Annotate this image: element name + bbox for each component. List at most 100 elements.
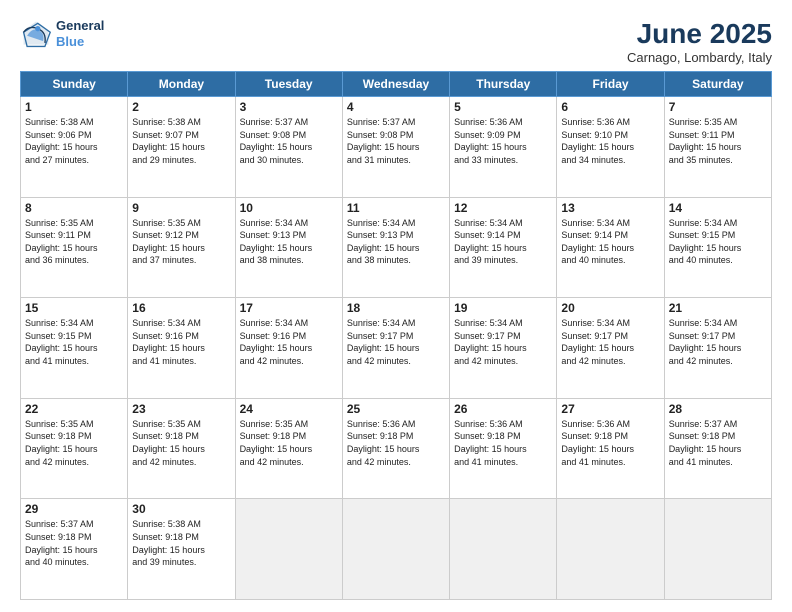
weekday-header: Monday [128,72,235,97]
day-number: 23 [132,402,230,416]
day-number: 30 [132,502,230,516]
day-info: Sunrise: 5:38 AM Sunset: 9:07 PM Dayligh… [132,116,230,166]
calendar-cell: 23 Sunrise: 5:35 AM Sunset: 9:18 PM Dayli… [128,398,235,499]
calendar-cell: 12 Sunrise: 5:34 AM Sunset: 9:14 PM Dayli… [450,197,557,298]
calendar-cell: 18 Sunrise: 5:34 AM Sunset: 9:17 PM Dayli… [342,298,449,399]
calendar-cell: 7 Sunrise: 5:35 AM Sunset: 9:11 PM Daylig… [664,97,771,198]
day-info: Sunrise: 5:34 AM Sunset: 9:13 PM Dayligh… [347,217,445,267]
calendar-week-row: 8 Sunrise: 5:35 AM Sunset: 9:11 PM Daylig… [21,197,772,298]
weekday-header: Tuesday [235,72,342,97]
calendar-cell: 10 Sunrise: 5:34 AM Sunset: 9:13 PM Dayli… [235,197,342,298]
logo-line1: General [56,18,104,34]
calendar-cell: 13Sunrise: 5:34 AM Sunset: 9:14 PM Dayli… [557,197,664,298]
calendar-cell: 5 Sunrise: 5:36 AM Sunset: 9:09 PM Daylig… [450,97,557,198]
logo-line2: Blue [56,34,84,49]
day-number: 8 [25,201,123,215]
day-number: 21 [669,301,767,315]
day-number: 15 [25,301,123,315]
day-number: 11 [347,201,445,215]
day-number: 5 [454,100,552,114]
day-number: 16 [132,301,230,315]
calendar-cell: 26Sunrise: 5:36 AM Sunset: 9:18 PM Dayli… [450,398,557,499]
day-number: 29 [25,502,123,516]
calendar-cell: 1 Sunrise: 5:38 AM Sunset: 9:06 PM Daylig… [21,97,128,198]
day-info: Sunrise: 5:34 AM Sunset: 9:15 PM Dayligh… [669,217,767,267]
calendar-subtitle: Carnago, Lombardy, Italy [627,50,772,65]
day-info: Sunrise: 5:35 AM Sunset: 9:18 PM Dayligh… [25,418,123,468]
weekday-header: Thursday [450,72,557,97]
day-number: 13 [561,201,659,215]
day-number: 19 [454,301,552,315]
day-number: 28 [669,402,767,416]
day-info: Sunrise: 5:36 AM Sunset: 9:10 PM Dayligh… [561,116,659,166]
day-number: 9 [132,201,230,215]
calendar-cell: 6 Sunrise: 5:36 AM Sunset: 9:10 PM Daylig… [557,97,664,198]
weekday-header: Sunday [21,72,128,97]
day-info: Sunrise: 5:38 AM Sunset: 9:06 PM Dayligh… [25,116,123,166]
calendar-cell [450,499,557,600]
day-info: Sunrise: 5:35 AM Sunset: 9:18 PM Dayligh… [132,418,230,468]
day-number: 10 [240,201,338,215]
day-info: Sunrise: 5:34 AM Sunset: 9:13 PM Dayligh… [240,217,338,267]
day-info: Sunrise: 5:35 AM Sunset: 9:11 PM Dayligh… [669,116,767,166]
calendar-cell: 11 Sunrise: 5:34 AM Sunset: 9:13 PM Dayli… [342,197,449,298]
day-number: 7 [669,100,767,114]
day-number: 20 [561,301,659,315]
day-number: 18 [347,301,445,315]
calendar-cell: 19Sunrise: 5:34 AM Sunset: 9:17 PM Dayli… [450,298,557,399]
calendar-cell: 2Sunrise: 5:38 AM Sunset: 9:07 PM Daylig… [128,97,235,198]
calendar-cell: 4Sunrise: 5:37 AM Sunset: 9:08 PM Daylig… [342,97,449,198]
day-info: Sunrise: 5:35 AM Sunset: 9:11 PM Dayligh… [25,217,123,267]
calendar-cell: 15 Sunrise: 5:34 AM Sunset: 9:15 PM Dayli… [21,298,128,399]
calendar-cell: 14 Sunrise: 5:34 AM Sunset: 9:15 PM Dayli… [664,197,771,298]
day-number: 3 [240,100,338,114]
calendar-cell [557,499,664,600]
calendar-cell: 20 Sunrise: 5:34 AM Sunset: 9:17 PM Dayli… [557,298,664,399]
day-number: 25 [347,402,445,416]
day-info: Sunrise: 5:34 AM Sunset: 9:16 PM Dayligh… [132,317,230,367]
day-info: Sunrise: 5:34 AM Sunset: 9:15 PM Dayligh… [25,317,123,367]
day-info: Sunrise: 5:38 AM Sunset: 9:18 PM Dayligh… [132,518,230,568]
day-number: 24 [240,402,338,416]
logo-text: General Blue [56,18,104,49]
page: General Blue June 2025 Carnago, Lombardy… [0,0,792,612]
day-info: Sunrise: 5:34 AM Sunset: 9:17 PM Dayligh… [561,317,659,367]
calendar-cell: 3 Sunrise: 5:37 AM Sunset: 9:08 PM Daylig… [235,97,342,198]
calendar-cell: 30 Sunrise: 5:38 AM Sunset: 9:18 PM Dayli… [128,499,235,600]
calendar-week-row: 29 Sunrise: 5:37 AM Sunset: 9:18 PM Dayli… [21,499,772,600]
calendar-cell: 29 Sunrise: 5:37 AM Sunset: 9:18 PM Dayli… [21,499,128,600]
calendar-cell: 27Sunrise: 5:36 AM Sunset: 9:18 PM Dayli… [557,398,664,499]
day-info: Sunrise: 5:34 AM Sunset: 9:17 PM Dayligh… [669,317,767,367]
day-info: Sunrise: 5:36 AM Sunset: 9:09 PM Dayligh… [454,116,552,166]
weekday-header: Wednesday [342,72,449,97]
calendar-cell: 17Sunrise: 5:34 AM Sunset: 9:16 PM Dayli… [235,298,342,399]
day-number: 12 [454,201,552,215]
logo: General Blue [20,18,104,50]
logo-icon [20,18,52,50]
day-info: Sunrise: 5:37 AM Sunset: 9:18 PM Dayligh… [25,518,123,568]
calendar-cell: 8 Sunrise: 5:35 AM Sunset: 9:11 PM Daylig… [21,197,128,298]
day-info: Sunrise: 5:37 AM Sunset: 9:08 PM Dayligh… [347,116,445,166]
day-info: Sunrise: 5:37 AM Sunset: 9:18 PM Dayligh… [669,418,767,468]
calendar-cell: 28 Sunrise: 5:37 AM Sunset: 9:18 PM Dayli… [664,398,771,499]
calendar-cell: 9 Sunrise: 5:35 AM Sunset: 9:12 PM Daylig… [128,197,235,298]
day-info: Sunrise: 5:36 AM Sunset: 9:18 PM Dayligh… [561,418,659,468]
calendar-cell: 21 Sunrise: 5:34 AM Sunset: 9:17 PM Dayli… [664,298,771,399]
calendar-cell: 24Sunrise: 5:35 AM Sunset: 9:18 PM Dayli… [235,398,342,499]
weekday-header: Saturday [664,72,771,97]
header: General Blue June 2025 Carnago, Lombardy… [20,18,772,65]
day-info: Sunrise: 5:34 AM Sunset: 9:14 PM Dayligh… [454,217,552,267]
day-info: Sunrise: 5:34 AM Sunset: 9:17 PM Dayligh… [347,317,445,367]
day-info: Sunrise: 5:35 AM Sunset: 9:12 PM Dayligh… [132,217,230,267]
calendar-cell: 25Sunrise: 5:36 AM Sunset: 9:18 PM Dayli… [342,398,449,499]
day-number: 6 [561,100,659,114]
day-number: 1 [25,100,123,114]
day-number: 14 [669,201,767,215]
calendar-cell [664,499,771,600]
calendar-table: SundayMondayTuesdayWednesdayThursdayFrid… [20,71,772,600]
day-info: Sunrise: 5:37 AM Sunset: 9:08 PM Dayligh… [240,116,338,166]
day-number: 26 [454,402,552,416]
day-number: 22 [25,402,123,416]
day-info: Sunrise: 5:34 AM Sunset: 9:16 PM Dayligh… [240,317,338,367]
title-block: June 2025 Carnago, Lombardy, Italy [627,18,772,65]
